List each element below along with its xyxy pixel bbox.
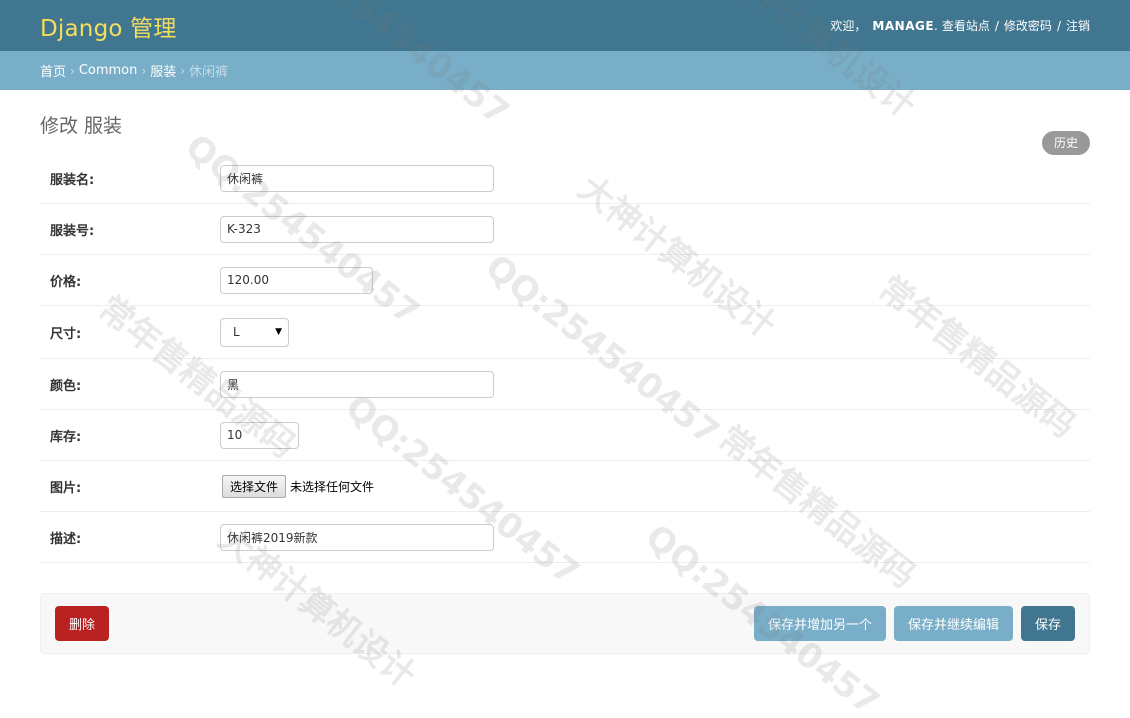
file-upload: 选择文件 未选择任何文件 <box>222 474 375 498</box>
desc-input[interactable] <box>220 523 494 551</box>
price-label: 价格: <box>50 274 82 290</box>
separator: / <box>1056 18 1061 33</box>
breadcrumb-model[interactable]: 服装 <box>150 61 176 80</box>
site-branding[interactable]: Django 管理 <box>40 9 177 43</box>
image-label: 图片: <box>50 480 82 496</box>
welcome-text: 欢迎， <box>830 19 867 33</box>
name-input[interactable] <box>220 164 494 192</box>
form-row-stock: 库存: <box>40 410 1090 461</box>
history-button[interactable]: 历史 <box>1041 131 1090 155</box>
color-label: 颜色: <box>50 378 82 394</box>
form-row-price: 价格: <box>40 255 1090 306</box>
breadcrumb-home[interactable]: 首页 <box>40 61 66 80</box>
size-selected-value: L <box>233 325 240 339</box>
color-input[interactable] <box>220 370 494 398</box>
choose-file-button[interactable]: 选择文件 <box>222 474 287 498</box>
form-row-color: 颜色: <box>40 359 1090 410</box>
breadcrumb-current: 休闲裤 <box>189 65 229 80</box>
form-row-image: 图片: 选择文件 未选择任何文件 <box>40 461 1090 512</box>
form-row-name: 服装名: <box>40 153 1090 204</box>
code-label: 服装号: <box>50 223 95 239</box>
stock-label: 库存: <box>50 429 82 445</box>
desc-label: 描述: <box>50 531 82 547</box>
delete-button[interactable]: 删除 <box>55 606 110 641</box>
separator: / <box>994 18 999 33</box>
view-site-link[interactable]: 查看站点 <box>942 17 990 34</box>
logout-link[interactable]: 注销 <box>1066 17 1090 34</box>
breadcrumb: 首页 › Common › 服装 › 休闲裤 <box>0 51 1130 90</box>
main-content: 修改 服装 历史 服装名: 服装号: 价格: 尺寸: L ▼ 颜色: 库存: <box>0 111 1130 654</box>
user-tools: 欢迎， MANAGE . 查看站点 / 修改密码 / 注销 <box>830 17 1090 34</box>
change-form: 服装名: 服装号: 价格: 尺寸: L ▼ 颜色: 库存: 图片: <box>40 153 1090 563</box>
period: . <box>934 18 938 33</box>
size-label: 尺寸: <box>50 326 82 342</box>
stock-input[interactable] <box>220 421 299 449</box>
header: Django 管理 欢迎， MANAGE . 查看站点 / 修改密码 / 注销 <box>0 0 1130 51</box>
form-row-size: 尺寸: L ▼ <box>40 306 1090 359</box>
change-password-link[interactable]: 修改密码 <box>1004 17 1052 34</box>
save-buttons: 保存并增加另一个 保存并继续编辑 保存 <box>753 606 1075 641</box>
breadcrumb-separator: › <box>70 63 75 78</box>
form-row-code: 服装号: <box>40 204 1090 255</box>
dropdown-arrow-icon: ▼ <box>275 327 282 337</box>
save-and-add-button[interactable]: 保存并增加另一个 <box>753 606 886 641</box>
save-and-continue-button[interactable]: 保存并继续编辑 <box>893 606 1013 641</box>
form-row-desc: 描述: <box>40 512 1090 563</box>
breadcrumb-separator: › <box>141 63 147 78</box>
breadcrumb-app[interactable]: Common <box>79 63 138 78</box>
breadcrumb-separator: › <box>180 63 186 78</box>
code-input[interactable] <box>220 215 494 243</box>
submit-row: 删除 保存并增加另一个 保存并继续编辑 保存 <box>40 593 1090 654</box>
username: MANAGE <box>872 18 935 33</box>
page-title: 修改 服装 <box>40 115 123 137</box>
file-status-text: 未选择任何文件 <box>290 479 375 494</box>
size-select[interactable]: L ▼ <box>220 317 289 347</box>
name-label: 服装名: <box>50 172 95 188</box>
save-button[interactable]: 保存 <box>1020 606 1075 641</box>
price-input[interactable] <box>220 266 373 294</box>
